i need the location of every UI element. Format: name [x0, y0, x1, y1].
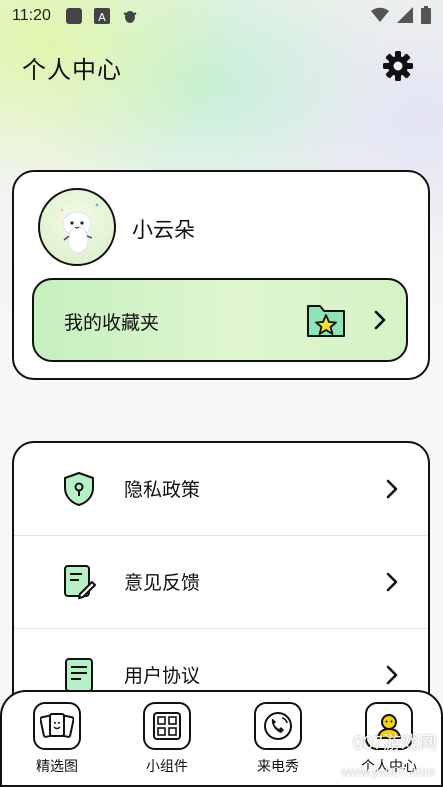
watermark-logo: 007游戏网 [352, 733, 437, 753]
favorites-button[interactable]: 我的收藏夹 [32, 278, 408, 362]
text-a-icon: A [93, 8, 110, 24]
tab-label: 精选图 [36, 759, 78, 775]
star-folder-icon [307, 305, 345, 337]
cloud-character-avatar [60, 203, 99, 254]
tab-label: 小组件 [146, 759, 188, 775]
wifi-icon [371, 7, 389, 23]
chevron-right-icon [374, 310, 386, 330]
tab-call-show[interactable]: 来电秀 [248, 702, 308, 776]
menu-item-feedback[interactable]: 意见反馈 [14, 536, 428, 628]
shield-lock-icon [64, 472, 94, 506]
battery-icon [421, 6, 431, 24]
cellular-icon [397, 7, 413, 23]
chevron-right-icon [386, 572, 398, 592]
menu-item-privacy[interactable]: 隐私政策 [14, 443, 428, 535]
menu-label: 隐私政策 [124, 479, 201, 501]
avatar[interactable] [38, 188, 116, 266]
tab-featured-images[interactable]: 精选图 [27, 702, 87, 776]
menu-label: 意见反馈 [124, 572, 201, 594]
status-bar: 11:20 A [0, 0, 443, 32]
profile-card: 小云朵 我的收藏夹 [12, 170, 430, 380]
menu-label: 用户协议 [124, 665, 201, 687]
bottom-tab-bar: 精选图 小组件 来电秀 个人中心 007游戏网 www.yx007.com [0, 690, 443, 787]
page-title: 个人中心 [22, 56, 122, 84]
chevron-right-icon [386, 479, 398, 499]
phone-call-icon [254, 702, 302, 750]
feedback-edit-icon [64, 565, 96, 599]
svg-text:A: A [98, 11, 106, 24]
username: 小云朵 [132, 218, 195, 242]
favorites-label: 我的收藏夹 [64, 312, 160, 334]
status-right-icons [371, 6, 431, 24]
app-square-icon [65, 8, 82, 24]
widget-grid-icon [143, 702, 191, 750]
chevron-right-icon [386, 665, 398, 685]
document-icon [65, 658, 93, 692]
tab-widgets[interactable]: 小组件 [137, 702, 197, 776]
image-cards-icon [33, 702, 81, 750]
tab-label: 来电秀 [257, 759, 299, 775]
watermark-url: www.yx007.com [341, 764, 435, 779]
bug-icon [123, 11, 137, 23]
gear-icon[interactable] [382, 50, 414, 82]
status-time: 11:20 [12, 7, 51, 24]
